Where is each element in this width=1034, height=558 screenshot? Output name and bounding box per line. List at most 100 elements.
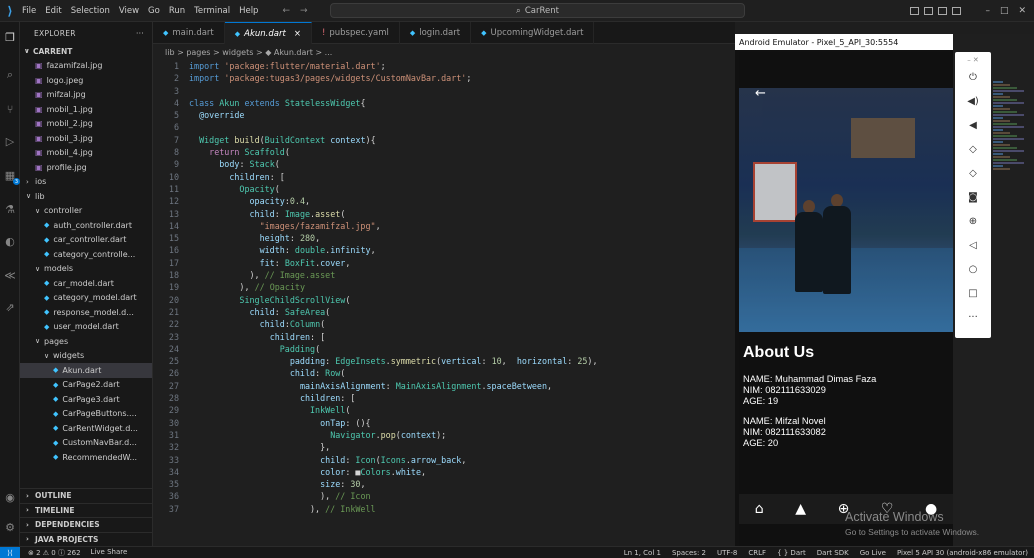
menu-item-selection[interactable]: Selection: [71, 6, 110, 16]
tab-login-dart[interactable]: ◆ login.dart: [400, 22, 472, 44]
close-icon[interactable]: ✕: [1018, 6, 1026, 16]
source-control-icon[interactable]: ⑂: [3, 102, 17, 116]
tree-item[interactable]: ∨ lib: [20, 189, 152, 204]
zoom-icon[interactable]: ⊕: [955, 216, 991, 227]
volume-down-icon[interactable]: ◀: [955, 120, 991, 131]
toggle-sidebar-icon[interactable]: [910, 7, 920, 15]
code-line[interactable]: 17 fit: BoxFit.cover,: [153, 257, 735, 269]
menu-item-edit[interactable]: Edit: [45, 6, 61, 16]
menu-item-go[interactable]: Go: [148, 6, 160, 16]
code-line[interactable]: 31 Navigator.pop(context);: [153, 429, 735, 441]
code-line[interactable]: 15 height: 280,: [153, 232, 735, 244]
code-line[interactable]: 7 Widget build(BuildContext context){: [153, 134, 735, 146]
rotate-left-icon[interactable]: ◇: [955, 144, 991, 155]
rotate-right-icon[interactable]: ◇: [955, 168, 991, 179]
code-editor[interactable]: 1 import 'package:flutter/material.dart';…: [153, 60, 735, 546]
tree-item[interactable]: ◆ category_controlle...: [20, 247, 152, 262]
emulator-minimize-close[interactable]: – ✕: [955, 56, 991, 64]
problems-indicator[interactable]: ⊗ 2 ⚠ 0 ⓘ 262: [28, 548, 81, 558]
section-outline[interactable]: › OUTLINE: [20, 488, 152, 503]
toggle-secondary-sidebar-icon[interactable]: [938, 7, 948, 15]
code-line[interactable]: 27 mainAxisAlignment: MainAxisAlignment.…: [153, 380, 735, 392]
indentation[interactable]: Spaces: 2: [672, 549, 706, 557]
tab-pubspec-yaml[interactable]: ! pubspec.yaml: [312, 22, 400, 44]
code-line[interactable]: 29 InkWell(: [153, 404, 735, 416]
breadcrumb[interactable]: lib > pages > widgets > ◆ Akun.dart > ..…: [153, 44, 735, 60]
tree-item[interactable]: ∨ widgets: [20, 349, 152, 364]
menu-item-file[interactable]: File: [22, 6, 36, 16]
home-icon[interactable]: ⌂: [755, 501, 764, 517]
live-share-status[interactable]: Live Share: [91, 548, 128, 558]
code-line[interactable]: 13 child: Image.asset(: [153, 208, 735, 220]
code-line[interactable]: 4 class Akun extends StatelessWidget{: [153, 97, 735, 109]
code-line[interactable]: 2 import 'package:tugas3/pages/widgets/Cu…: [153, 72, 735, 84]
minimize-icon[interactable]: –: [985, 6, 990, 16]
code-line[interactable]: 12 opacity:0.4,: [153, 195, 735, 207]
tree-item[interactable]: ▣ mobil_3.jpg: [20, 131, 152, 146]
maximize-icon[interactable]: □: [1000, 6, 1009, 16]
tab-upcomingwidget-dart[interactable]: ◆ UpcomingWidget.dart: [471, 22, 595, 44]
tree-item[interactable]: ◆ CarPage3.dart: [20, 392, 152, 407]
menu-item-run[interactable]: Run: [169, 6, 185, 16]
flutter-icon[interactable]: ≪: [3, 268, 17, 282]
code-line[interactable]: 19 ), // Opacity: [153, 281, 735, 293]
go-live[interactable]: Go Live: [860, 549, 886, 557]
code-line[interactable]: 18 ), // Image.asset: [153, 269, 735, 281]
tree-item[interactable]: ◆ Akun.dart: [20, 363, 152, 378]
tree-item[interactable]: ◆ category_model.dart: [20, 291, 152, 306]
run-debug-icon[interactable]: ▷: [3, 134, 17, 148]
tree-item[interactable]: ▣ fazamifzal.jpg: [20, 59, 152, 74]
code-line[interactable]: 20 SingleChildScrollView(: [153, 294, 735, 306]
tab-main-dart[interactable]: ◆ main.dart: [153, 22, 225, 44]
tree-item[interactable]: ◆ car_model.dart: [20, 276, 152, 291]
customize-layout-icon[interactable]: [952, 7, 962, 15]
language-mode[interactable]: { } Dart: [777, 549, 806, 557]
code-line[interactable]: 36 ), // Icon: [153, 490, 735, 502]
menu-item-terminal[interactable]: Terminal: [194, 6, 230, 16]
dart-sdk[interactable]: Dart SDK: [817, 549, 849, 557]
minimap[interactable]: [993, 80, 1033, 180]
back-arrow-icon[interactable]: ←: [282, 6, 290, 16]
tree-item[interactable]: ◆ response_model.d...: [20, 305, 152, 320]
section-dependencies[interactable]: › DEPENDENCIES: [20, 517, 152, 532]
tree-item[interactable]: ▣ mobil_2.jpg: [20, 117, 152, 132]
command-center-search[interactable]: ⌕ CarRent: [330, 3, 745, 18]
code-line[interactable]: 24 Padding(: [153, 343, 735, 355]
tree-item[interactable]: ◆ user_model.dart: [20, 320, 152, 335]
explorer-more-icon[interactable]: ···: [136, 29, 144, 38]
tree-item[interactable]: ◆ CarPage2.dart: [20, 378, 152, 393]
device-selector[interactable]: Pixel 5 API 30 (android-x86 emulator): [897, 549, 1028, 557]
code-line[interactable]: 16 width: double.infinity,: [153, 244, 735, 256]
code-line[interactable]: 6: [153, 121, 735, 133]
tree-item[interactable]: ▣ logo.jpeg: [20, 73, 152, 88]
tree-item[interactable]: ◆ auth_controller.dart: [20, 218, 152, 233]
tree-root[interactable]: ∨ CARRENT: [20, 44, 152, 59]
camera-icon[interactable]: ◙: [955, 192, 991, 203]
line-ending[interactable]: CRLF: [748, 549, 766, 557]
code-line[interactable]: 37 ), // InkWell: [153, 503, 735, 515]
extensions-icon[interactable]: ▦ 3: [3, 168, 20, 185]
code-line[interactable]: 25 padding: EdgeInsets.symmetric(vertica…: [153, 355, 735, 367]
explorer-icon[interactable]: ❐: [3, 30, 17, 44]
tree-item[interactable]: ∨ pages: [20, 334, 152, 349]
phone-screen[interactable]: ← About Us NAME: Muhammad Dimas Faza NIM:…: [739, 52, 953, 546]
code-line[interactable]: 30 onTap: (){: [153, 417, 735, 429]
more-icon[interactable]: ···: [955, 312, 991, 323]
live-share-icon[interactable]: ⇗: [3, 300, 17, 314]
home-circle-icon[interactable]: ○: [955, 264, 991, 275]
code-line[interactable]: 22 child:Column(: [153, 318, 735, 330]
tree-item[interactable]: ◆ CarRentWidget.d...: [20, 421, 152, 436]
code-line[interactable]: 10 children: [: [153, 171, 735, 183]
tree-item[interactable]: ▣ mobil_1.jpg: [20, 102, 152, 117]
edge-icon[interactable]: ◐: [3, 234, 17, 248]
power-icon[interactable]: ⏻: [955, 72, 991, 83]
tree-item[interactable]: ∨ controller: [20, 204, 152, 219]
section-timeline[interactable]: › TIMELINE: [20, 502, 152, 518]
code-line[interactable]: 21 child: SafeArea(: [153, 306, 735, 318]
account-icon[interactable]: ◉: [3, 490, 17, 504]
search-view-icon[interactable]: ⌕: [3, 68, 17, 82]
section-java-projects[interactable]: › JAVA PROJECTS: [20, 531, 152, 547]
code-line[interactable]: 33 child: Icon(Icons.arrow_back,: [153, 454, 735, 466]
code-line[interactable]: 35 size: 30,: [153, 478, 735, 490]
menu-item-view[interactable]: View: [119, 6, 139, 16]
